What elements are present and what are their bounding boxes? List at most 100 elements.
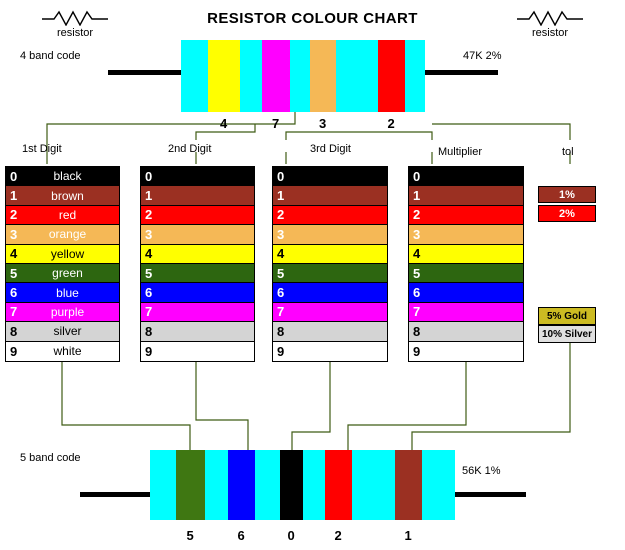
colour-row-green[interactable]: 5 [273, 263, 387, 284]
colour-row-digit: 6 [10, 285, 18, 301]
colour-row-brown[interactable]: 1 [409, 186, 523, 206]
colour-row-red[interactable]: 2 [409, 205, 523, 226]
band-yellow [208, 40, 240, 112]
colour-row-silver[interactable]: 8 [409, 322, 523, 342]
colour-row-digit: 0 [10, 168, 18, 184]
colour-row-digit: 7 [10, 304, 18, 320]
band-red [325, 450, 352, 520]
five-band-value: 56K 1% [462, 465, 501, 477]
colour-row-purple[interactable]: 7 [273, 302, 387, 323]
colour-table-1st-digit[interactable]: 0 black 1 brown 2 red 3 orange 4 yellow 5 green 6 blu… [5, 166, 120, 362]
colour-row-digit: 5 [145, 265, 153, 281]
tolerance-box-1-percent[interactable]: 1% [538, 186, 596, 203]
four-band-digit-1: 7 [272, 116, 280, 131]
tolerance-box-2-percent[interactable]: 2% [538, 205, 596, 222]
colour-row-name: purple [50, 304, 85, 319]
colour-row-digit: 1 [10, 188, 18, 204]
colour-row-black[interactable]: 0 black [6, 167, 119, 187]
colour-row-white[interactable]: 9 white [6, 341, 119, 361]
colour-row-black[interactable]: 0 [273, 167, 387, 187]
colour-row-silver[interactable]: 8 [141, 322, 254, 342]
colour-table-3rd-digit[interactable]: 0 1 2 3 4 5 6 7 8 9 [272, 166, 388, 362]
colour-row-name: blue [56, 285, 79, 300]
colour-row-red[interactable]: 2 red [6, 205, 119, 226]
resistor-symbol-left-label: resistor [56, 27, 94, 39]
colour-row-silver[interactable]: 8 [273, 322, 387, 342]
colour-row-orange[interactable]: 3 [409, 225, 523, 245]
colour-row-red[interactable]: 2 [141, 205, 254, 226]
colour-row-digit: 6 [145, 285, 153, 301]
label-multiplier: Multiplier [438, 146, 483, 158]
four-band-lead-left [108, 70, 184, 75]
colour-row-digit: 8 [277, 323, 285, 339]
colour-row-white[interactable]: 9 [141, 341, 254, 361]
colour-row-digit: 2 [413, 207, 421, 223]
colour-row-purple[interactable]: 7 [141, 302, 254, 323]
colour-row-red[interactable]: 2 [273, 205, 387, 226]
colour-table-2nd-digit[interactable]: 0 1 2 3 4 5 6 7 8 9 [140, 166, 255, 362]
colour-row-brown[interactable]: 1 brown [6, 186, 119, 206]
tolerance-box-5-gold[interactable]: 5% Gold [538, 307, 596, 325]
five-band-lead-right [452, 492, 526, 497]
colour-row-blue[interactable]: 6 [409, 283, 523, 303]
colour-row-name: silver [53, 324, 82, 339]
colour-row-black[interactable]: 0 [141, 167, 254, 187]
colour-row-digit: 1 [277, 188, 285, 204]
colour-row-brown[interactable]: 1 [273, 186, 387, 206]
colour-row-name: black [53, 169, 82, 184]
colour-row-digit: 3 [10, 226, 18, 242]
five-band-lead-left [80, 492, 154, 497]
colour-row-green[interactable]: 5 [409, 263, 523, 284]
colour-row-digit: 0 [277, 168, 285, 184]
colour-row-blue[interactable]: 6 [273, 283, 387, 303]
colour-row-digit: 5 [277, 265, 285, 281]
colour-row-digit: 6 [413, 285, 421, 301]
colour-row-yellow[interactable]: 4 yellow [6, 244, 119, 264]
four-band-resistor [181, 40, 425, 112]
band-green [176, 450, 205, 520]
colour-row-yellow[interactable]: 4 [409, 244, 523, 264]
colour-row-silver[interactable]: 8 silver [6, 322, 119, 342]
colour-row-digit: 2 [277, 207, 285, 223]
colour-row-digit: 3 [277, 226, 285, 242]
colour-row-purple[interactable]: 7 [409, 302, 523, 323]
colour-row-brown[interactable]: 1 [141, 186, 254, 206]
five-band-digit-4: 1 [404, 528, 412, 543]
colour-row-digit: 7 [145, 304, 153, 320]
five-band-caption: 5 band code [20, 452, 81, 464]
colour-row-white[interactable]: 9 [409, 341, 523, 361]
colour-row-orange[interactable]: 3 [141, 225, 254, 245]
tolerance-box-10-silver[interactable]: 10% Silver [538, 325, 596, 343]
resistor-symbol-left: resistor [20, 8, 130, 39]
colour-row-black[interactable]: 0 [409, 167, 523, 187]
colour-row-green[interactable]: 5 [141, 263, 254, 284]
colour-row-orange[interactable]: 3 [273, 225, 387, 245]
colour-row-blue[interactable]: 6 blue [6, 283, 119, 303]
colour-row-digit: 3 [413, 226, 421, 242]
four-band-lead-right [422, 70, 498, 75]
label-2nd-digit: 2nd Digit [168, 143, 212, 155]
colour-row-blue[interactable]: 6 [141, 283, 254, 303]
colour-row-name: yellow [50, 246, 85, 261]
colour-row-digit: 8 [413, 323, 421, 339]
colour-row-purple[interactable]: 7 purple [6, 302, 119, 323]
resistor-symbol-right: resistor [495, 8, 605, 39]
band-red [378, 40, 405, 112]
four-band-value: 47K 2% [463, 50, 502, 62]
colour-row-name: orange [48, 227, 87, 242]
colour-row-digit: 9 [10, 343, 18, 359]
four-band-caption: 4 band code [20, 50, 81, 62]
colour-row-green[interactable]: 5 green [6, 263, 119, 284]
resistor-symbol-right-label: resistor [531, 27, 569, 39]
label-3rd-digit: 3rd Digit [310, 143, 351, 155]
colour-table-multiplier[interactable]: 0 1 2 3 4 5 6 7 8 9 [408, 166, 524, 362]
colour-row-digit: 8 [145, 323, 153, 339]
colour-row-yellow[interactable]: 4 [273, 244, 387, 264]
colour-row-digit: 1 [413, 188, 421, 204]
colour-row-digit: 5 [413, 265, 421, 281]
colour-row-orange[interactable]: 3 orange [6, 225, 119, 245]
resistor-zigzag-icon [517, 10, 583, 26]
colour-row-digit: 4 [145, 246, 153, 262]
colour-row-white[interactable]: 9 [273, 341, 387, 361]
colour-row-yellow[interactable]: 4 [141, 244, 254, 264]
